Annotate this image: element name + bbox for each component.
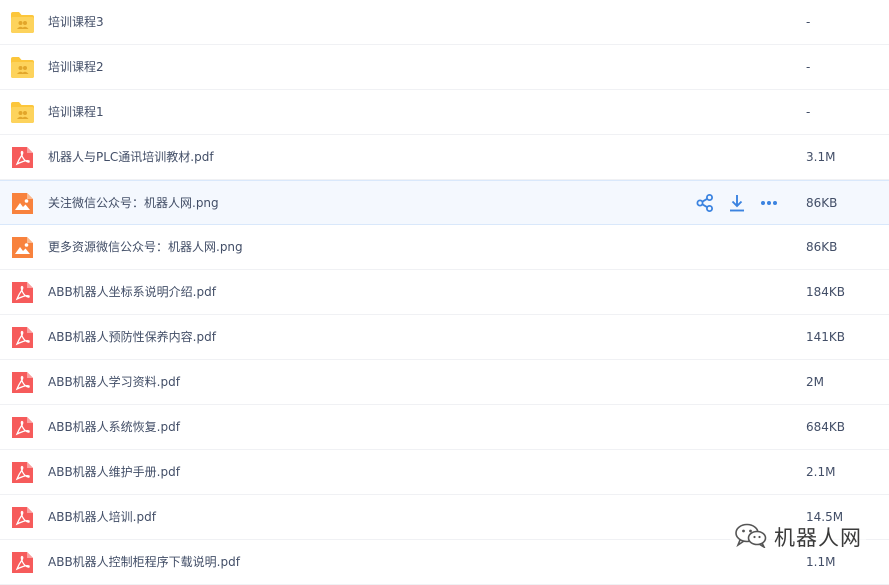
file-size: - xyxy=(806,105,811,119)
file-name[interactable]: 关注微信公众号：机器人网.png xyxy=(48,181,219,225)
file-row[interactable]: 培训课程3 - xyxy=(0,0,889,45)
file-row[interactable]: ABB机器人坐标系说明介绍.pdf 184KB xyxy=(0,270,889,315)
pdf-file-icon xyxy=(10,551,35,574)
file-size: 2.1M xyxy=(806,465,836,479)
file-row[interactable]: 培训课程2 - xyxy=(0,45,889,90)
file-row[interactable]: 培训课程1 - xyxy=(0,90,889,135)
file-size: - xyxy=(806,60,811,74)
pdf-file-icon xyxy=(10,506,35,529)
file-size: 2M xyxy=(806,375,824,389)
file-name[interactable]: ABB机器人学习资料.pdf xyxy=(48,360,180,404)
file-name[interactable]: ABB机器人坐标系说明介绍.pdf xyxy=(48,270,216,314)
image-file-icon xyxy=(10,192,35,215)
folder-icon xyxy=(10,101,35,124)
folder-icon xyxy=(10,11,35,34)
file-list: 培训课程3 - 培训课程2 - 培训课程1 - 机器人与PLC通讯培训教材.pdf 3.1M 关… xyxy=(0,0,889,585)
file-size: 184KB xyxy=(806,285,846,299)
file-name[interactable]: ABB机器人维护手册.pdf xyxy=(48,450,180,494)
file-name[interactable]: ABB机器人预防性保养内容.pdf xyxy=(48,315,216,359)
file-name[interactable]: ABB机器人培训.pdf xyxy=(48,495,156,539)
file-size: 86KB xyxy=(806,240,838,254)
pdf-file-icon xyxy=(10,416,35,439)
pdf-file-icon xyxy=(10,281,35,304)
pdf-file-icon xyxy=(10,146,35,169)
folder-icon xyxy=(10,56,35,79)
file-name[interactable]: ABB机器人控制柜程序下载说明.pdf xyxy=(48,540,240,584)
file-size: 3.1M xyxy=(806,150,836,164)
file-row[interactable]: ABB机器人系统恢复.pdf 684KB xyxy=(0,405,889,450)
file-row[interactable]: 机器人与PLC通讯培训教材.pdf 3.1M xyxy=(0,135,889,180)
file-name[interactable]: ABB机器人系统恢复.pdf xyxy=(48,405,180,449)
file-size: 141KB xyxy=(806,330,846,344)
file-name[interactable]: 更多资源微信公众号：机器人网.png xyxy=(48,225,243,269)
watermark-text: 机器人网 xyxy=(774,526,862,550)
wechat-icon xyxy=(734,522,768,552)
more-icon[interactable] xyxy=(759,193,779,213)
download-icon[interactable] xyxy=(727,193,747,213)
file-row[interactable]: 更多资源微信公众号：机器人网.png 86KB xyxy=(0,225,889,270)
watermark: 机器人网 xyxy=(730,522,866,552)
file-size: - xyxy=(806,15,811,29)
pdf-file-icon xyxy=(10,461,35,484)
image-file-icon xyxy=(10,236,35,259)
file-name[interactable]: 机器人与PLC通讯培训教材.pdf xyxy=(48,135,214,179)
file-row[interactable]: 关注微信公众号：机器人网.png 86KB xyxy=(0,180,889,225)
file-name[interactable]: 培训课程1 xyxy=(48,90,104,134)
file-row[interactable]: ABB机器人学习资料.pdf 2M xyxy=(0,360,889,405)
file-row[interactable]: ABB机器人预防性保养内容.pdf 141KB xyxy=(0,315,889,360)
file-name[interactable]: 培训课程3 xyxy=(48,0,104,44)
file-size: 86KB xyxy=(806,196,838,210)
file-row[interactable]: ABB机器人维护手册.pdf 2.1M xyxy=(0,450,889,495)
file-size: 684KB xyxy=(806,420,846,434)
share-icon[interactable] xyxy=(695,193,715,213)
file-name[interactable]: 培训课程2 xyxy=(48,45,104,89)
pdf-file-icon xyxy=(10,371,35,394)
pdf-file-icon xyxy=(10,326,35,349)
